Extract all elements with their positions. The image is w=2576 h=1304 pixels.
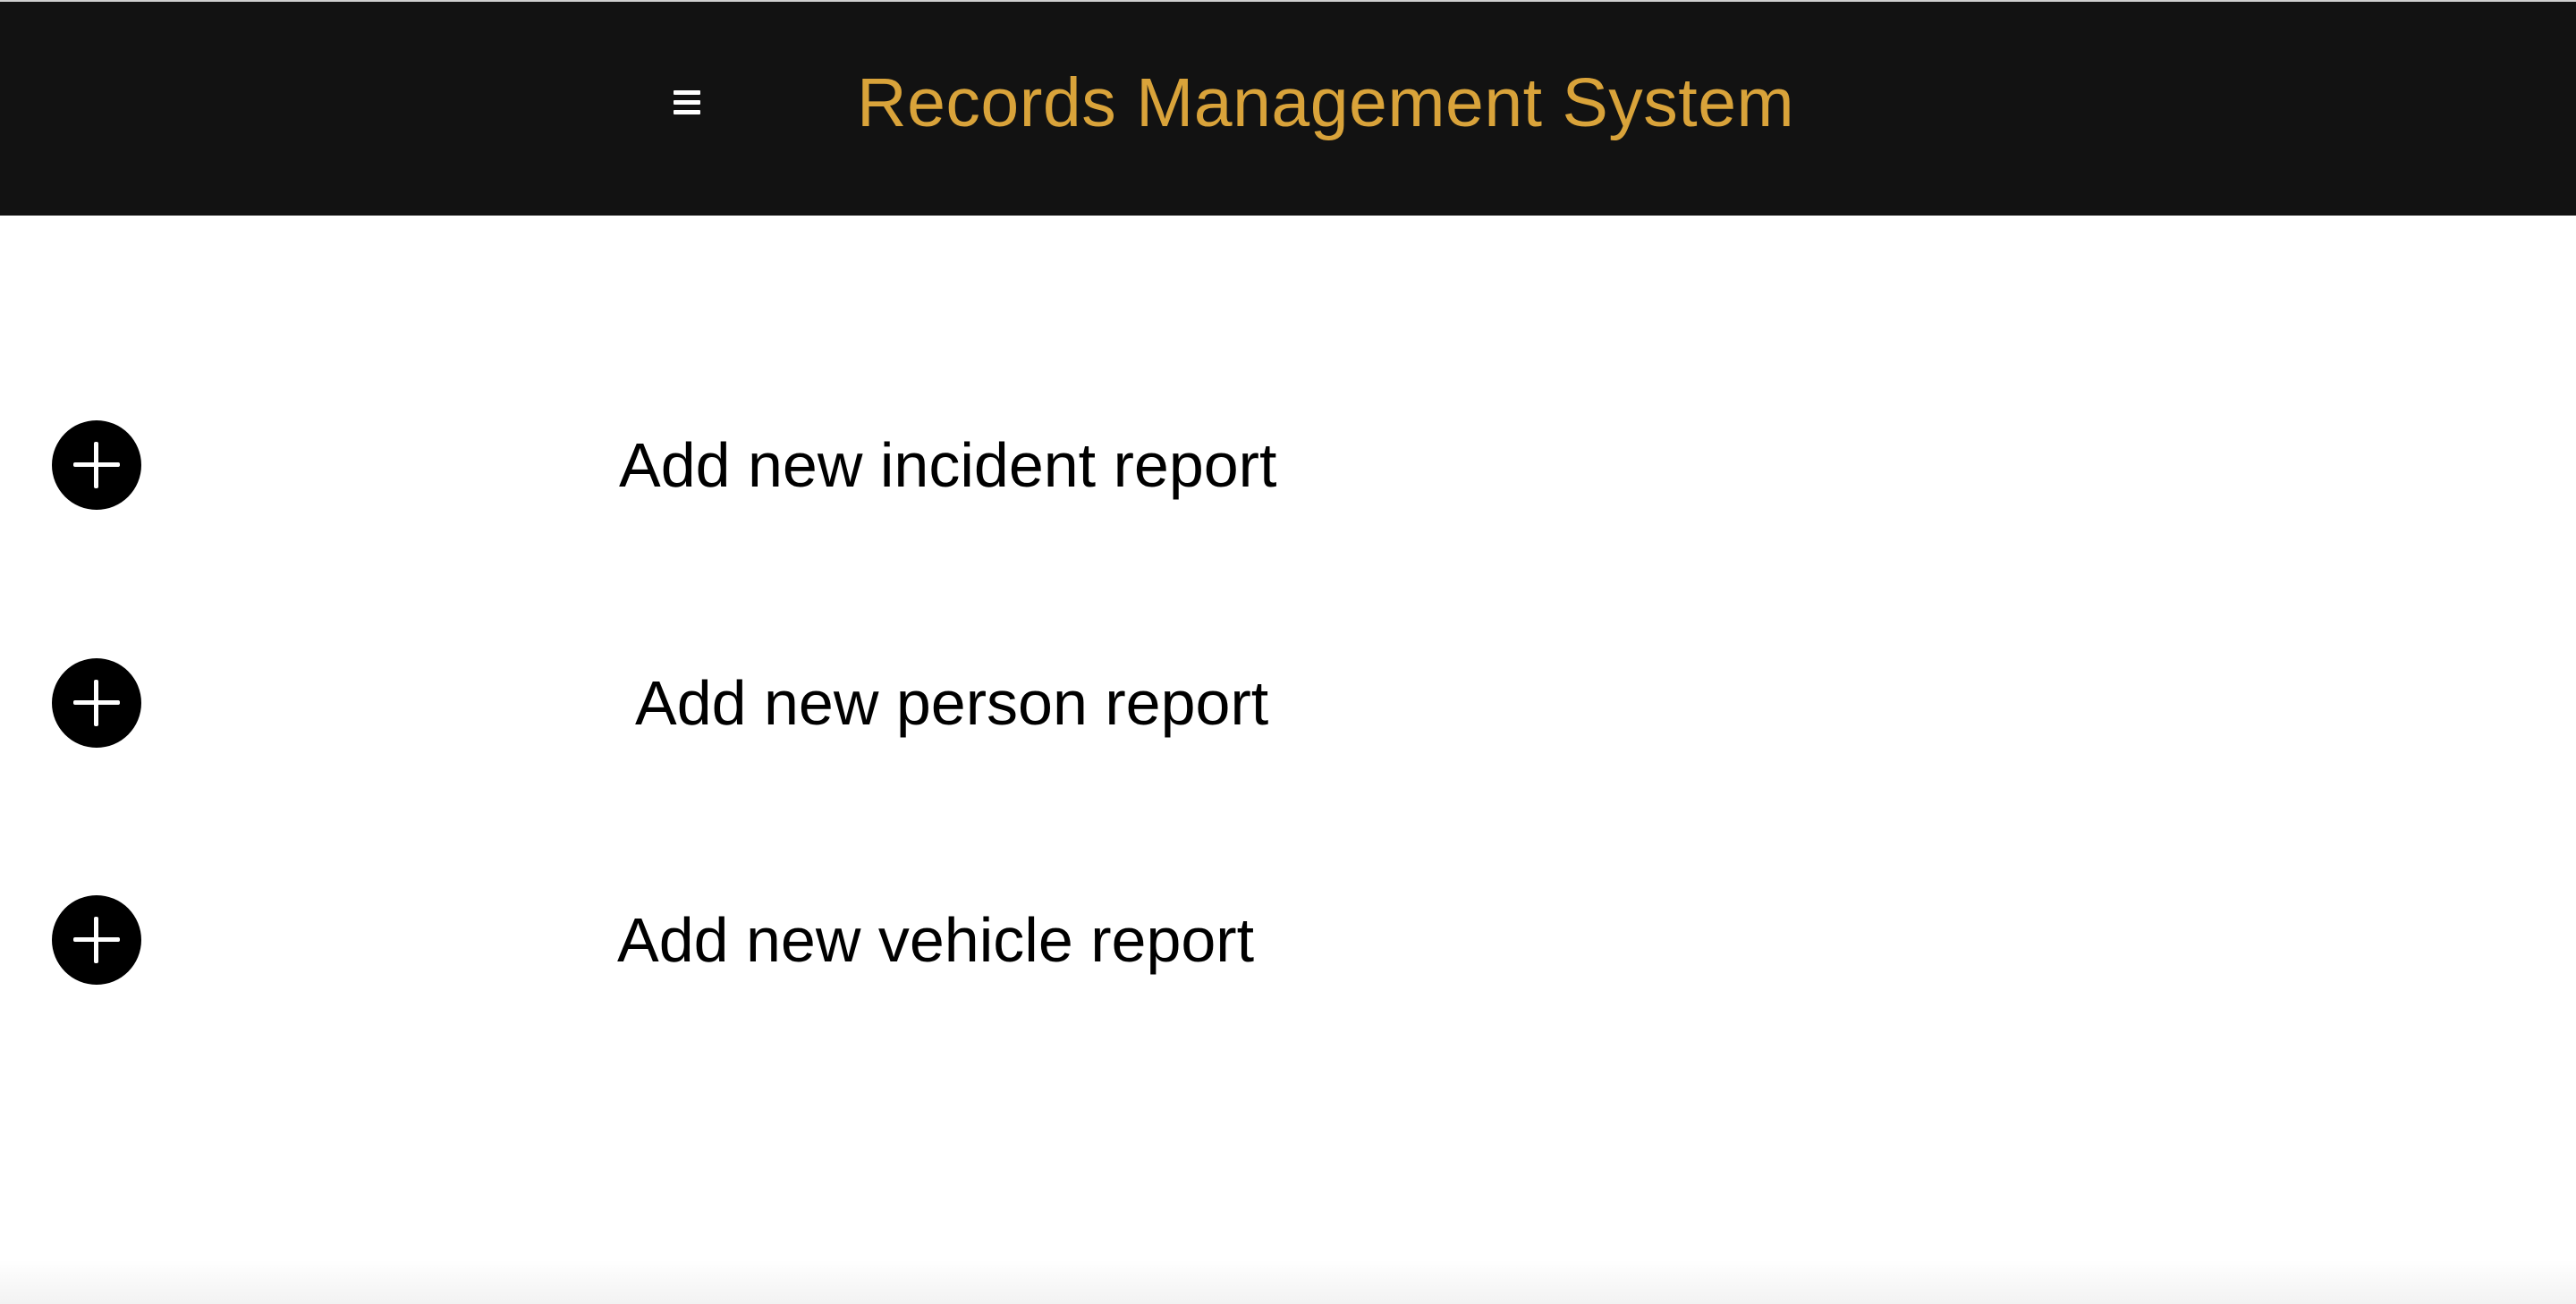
bottom-shadow (0, 1259, 2576, 1304)
add-incident-report-link[interactable]: Add new incident report (619, 416, 1276, 514)
menu-line-middle (674, 99, 700, 105)
plus-circle-icon[interactable] (52, 895, 141, 985)
plus-circle-icon[interactable] (52, 658, 141, 748)
menu-line-top (674, 89, 700, 95)
add-vehicle-report-link[interactable]: Add new vehicle report (617, 891, 1254, 989)
add-vehicle-report-row[interactable]: Add new vehicle report (0, 891, 1431, 989)
add-person-report-row[interactable]: Add new person report (0, 654, 1431, 752)
app-header: Records Management System (0, 0, 2576, 216)
plus-circle-icon[interactable] (52, 420, 141, 510)
add-person-report-link[interactable]: Add new person report (635, 654, 1268, 752)
menu-line-bottom (674, 109, 700, 114)
app-title: Records Management System (857, 64, 1795, 141)
hamburger-menu-icon[interactable] (660, 75, 714, 129)
add-incident-report-row[interactable]: Add new incident report (0, 416, 1431, 514)
records-page: Records Management System Add new incide… (0, 0, 2576, 1304)
